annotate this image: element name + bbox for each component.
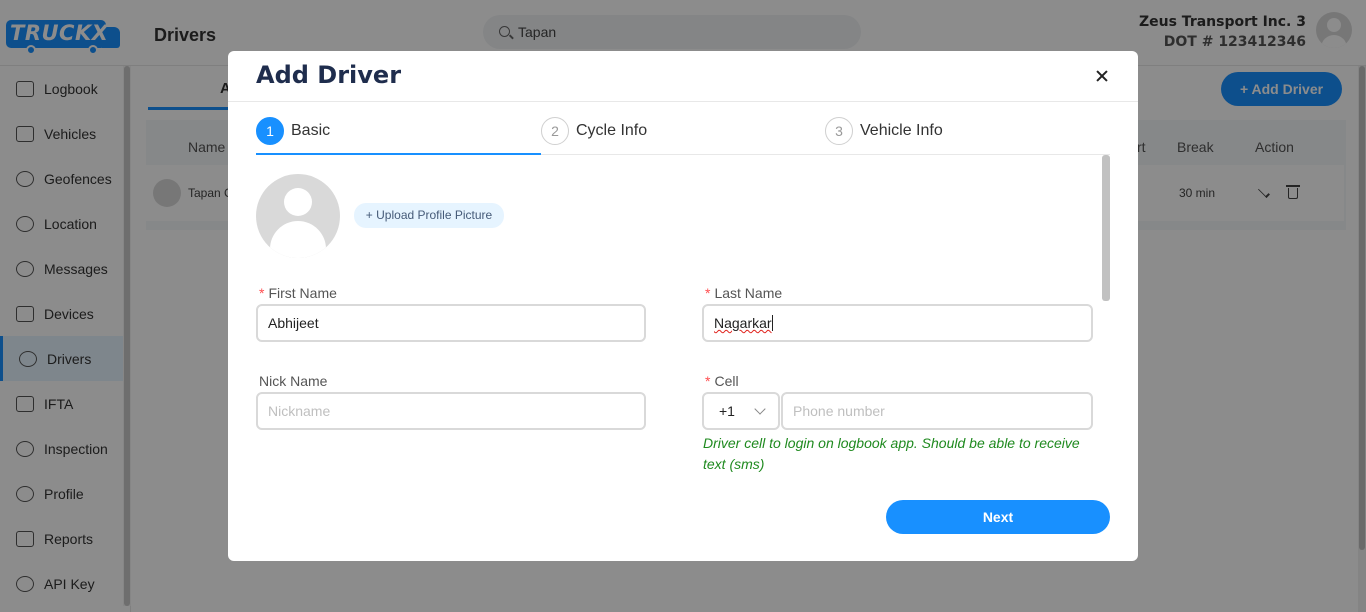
chevron-down-icon bbox=[754, 403, 766, 415]
country-code-value: +1 bbox=[719, 403, 735, 419]
modal-title: Add Driver bbox=[256, 61, 402, 89]
required-marker: * bbox=[705, 373, 711, 389]
required-marker: * bbox=[259, 285, 265, 301]
upload-profile-picture-button[interactable]: + Upload Profile Picture bbox=[354, 203, 504, 228]
next-button[interactable]: Next bbox=[886, 500, 1110, 534]
nick-name-label: Nick Name bbox=[259, 373, 328, 389]
last-name-label: * Last Name bbox=[705, 285, 783, 301]
required-marker: * bbox=[705, 285, 711, 301]
country-code-select[interactable]: +1 bbox=[702, 392, 780, 430]
step-number: 2 bbox=[541, 117, 569, 145]
cell-label: * Cell bbox=[705, 373, 739, 389]
step-number: 3 bbox=[825, 117, 853, 145]
step-label: Vehicle Info bbox=[860, 122, 943, 139]
modal-scrollbar[interactable] bbox=[1102, 155, 1110, 301]
step-label: Basic bbox=[291, 122, 331, 139]
first-name-field[interactable]: Abhijeet bbox=[256, 304, 646, 342]
profile-avatar bbox=[256, 174, 340, 258]
last-name-field[interactable]: Nagarkar bbox=[702, 304, 1093, 342]
step-number: 1 bbox=[256, 117, 284, 145]
step-vehicle-info[interactable]: 3 Vehicle Info bbox=[825, 117, 1110, 155]
cell-help-text: Driver cell to login on logbook app. Sho… bbox=[703, 435, 1080, 472]
steps: 1 Basic 2 Cycle Info 3 Vehicle Info bbox=[256, 117, 1110, 155]
nickname-field[interactable]: Nickname bbox=[256, 392, 646, 430]
modal-header: Add Driver bbox=[228, 51, 1138, 102]
phone-number-field[interactable]: Phone number bbox=[781, 392, 1093, 430]
close-icon[interactable] bbox=[1092, 66, 1112, 86]
add-driver-modal: Add Driver 1 Basic 2 Cycle Info 3 Vehicl… bbox=[228, 51, 1138, 561]
first-name-label: * First Name bbox=[259, 285, 337, 301]
step-basic[interactable]: 1 Basic bbox=[256, 117, 541, 155]
step-label: Cycle Info bbox=[576, 122, 648, 139]
step-cycle-info[interactable]: 2 Cycle Info bbox=[541, 117, 826, 155]
